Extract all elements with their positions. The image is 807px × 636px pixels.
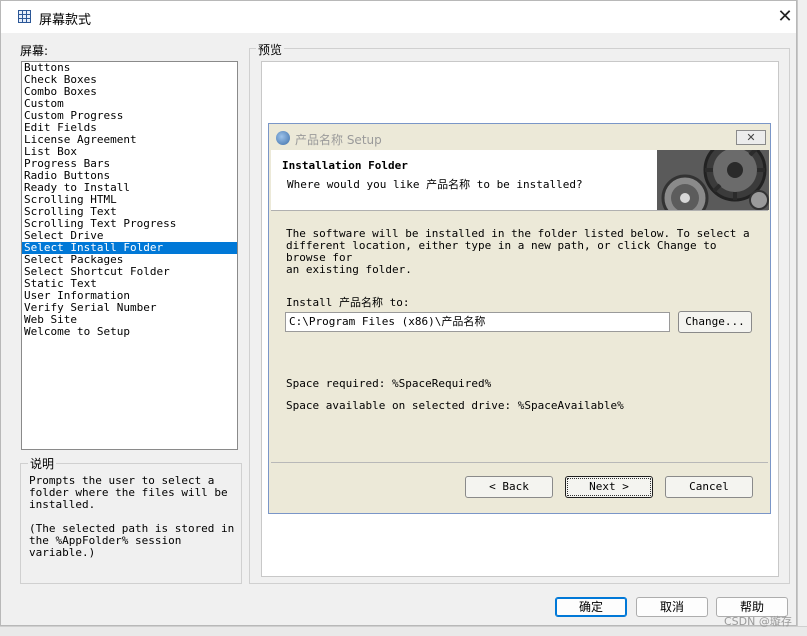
change-button[interactable]: Change... [678,311,752,333]
setup-header: Installation Folder Where would you like… [271,150,769,211]
setup-app-icon [276,131,290,145]
setup-header-title: Installation Folder [282,159,408,172]
install-to-label: Install 产品名称 to: [286,296,410,309]
setup-cancel-button[interactable]: Cancel [665,476,753,498]
space-required-text: Space required: %SpaceRequired% [286,377,492,390]
space-available-text: Space available on selected drive: %Spac… [286,399,624,412]
gears-banner-image [657,150,769,210]
window-title: 屏幕款式 [39,13,92,28]
close-icon[interactable]: ✕ [772,5,798,29]
next-button[interactable]: Next > [565,476,653,498]
cancel-button[interactable]: 取消 [636,597,708,617]
screen-list-item[interactable]: Welcome to Setup [22,326,237,338]
window-grid-icon [18,10,31,23]
setup-description: The software will be installed in the fo… [286,227,750,276]
preview-label: 预览 [256,41,285,58]
back-button[interactable]: < Back [465,476,553,498]
background-window-edge [797,0,807,635]
setup-header-subtitle: Where would you like 产品名称 to be installe… [287,178,583,191]
screen-style-dialog: 屏幕款式 ✕ 屏幕: Buttons Check Boxes Combo Boxes… [0,0,797,626]
setup-title: 产品名称 Setup [295,133,382,147]
install-path-input[interactable]: C:\Program Files (x86)\产品名称 [285,312,670,332]
title-bar[interactable]: 屏幕款式 ✕ [1,1,796,33]
description-text: Prompts the user to select a folder wher… [29,474,235,559]
ok-button[interactable]: 确定 [555,597,627,617]
screen-list[interactable]: Buttons Check Boxes Combo Boxes Custom Custo… [21,61,238,450]
setup-close-icon[interactable]: ✕ [736,130,766,145]
next-button-label: Next > [567,478,651,496]
setup-title-bar: 产品名称 Setup ✕ [270,125,769,150]
screen-list-label: 屏幕: [20,44,49,58]
setup-body: The software will be installed in the fo… [271,211,768,463]
setup-window-preview: 产品名称 Setup ✕ Installation Folder Where w… [268,123,771,514]
watermark-text: CSDN @璇存 [724,615,792,628]
description-label: 说明 [28,455,57,472]
setup-footer: < Back Next > Cancel [271,462,768,513]
